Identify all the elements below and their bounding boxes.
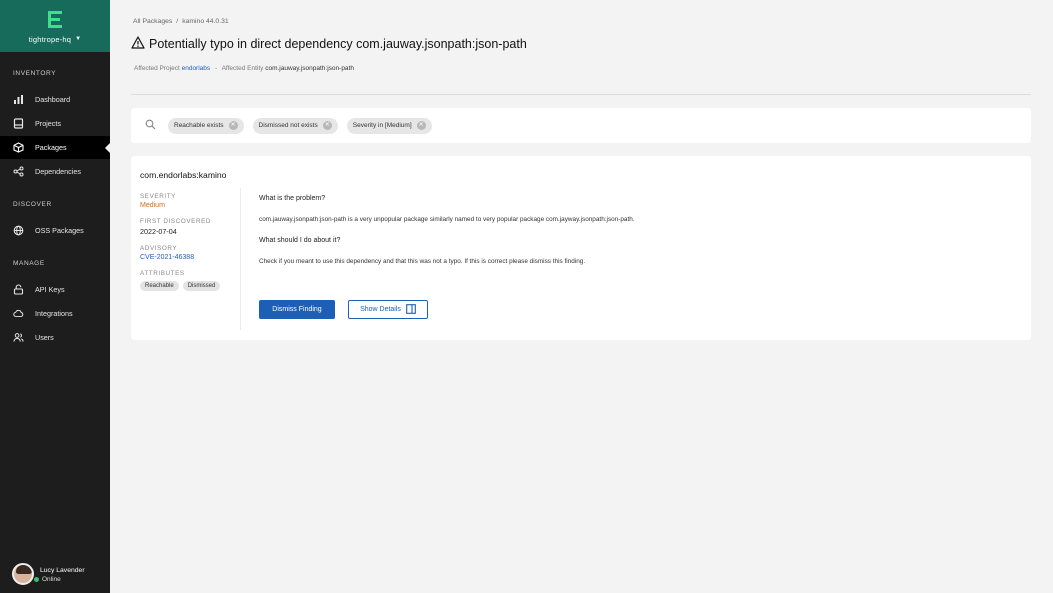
user-name: Lucy Lavender <box>40 566 85 574</box>
online-dot-icon <box>34 576 39 582</box>
first-discovered-label: FIRST DISCOVERED <box>140 218 212 225</box>
sidebar-item-label: API Keys <box>35 285 65 294</box>
affected-meta: Affected Project endorlabs - Affected En… <box>134 65 354 72</box>
sidebar-item-packages[interactable]: Packages <box>0 136 110 159</box>
brand-header: tightrope-hq ▼ <box>0 0 110 52</box>
severity-label: SEVERITY <box>140 193 176 200</box>
package-name[interactable]: com.endorlabs:kamino <box>140 170 226 180</box>
filter-chip-dismissed[interactable]: Dismissed not exists ✕ <box>252 117 338 134</box>
dismiss-finding-button[interactable]: Dismiss Finding <box>259 300 335 319</box>
show-details-button[interactable]: Show Details <box>348 300 428 319</box>
attributes-label: ATTRIBUTES <box>140 270 185 277</box>
action-question: What should I do about it? <box>259 237 341 244</box>
section-manage: MANAGE <box>13 260 45 267</box>
sidebar-item-label: OSS Packages <box>35 226 84 235</box>
bar-chart-icon <box>13 94 24 105</box>
user-status-text: Online <box>42 575 61 583</box>
users-icon <box>13 332 24 343</box>
show-details-label: Show Details <box>360 306 401 313</box>
breadcrumb-current[interactable]: kamino 44.0.31 <box>182 18 228 25</box>
org-switcher[interactable]: tightrope-hq ▼ <box>29 35 82 44</box>
sidebar-item-integrations[interactable]: Integrations <box>0 302 110 325</box>
sidebar: tightrope-hq ▼ INVENTORY Dashboard Proje… <box>0 0 110 593</box>
filter-chip-label: Dismissed not exists <box>258 122 318 129</box>
globe-icon <box>13 225 24 236</box>
sidebar-item-label: Integrations <box>35 309 73 318</box>
meta-separator: - <box>214 65 218 72</box>
problem-answer: com.jauway.jsonpath:json-path is a very … <box>259 216 635 223</box>
breadcrumb-separator: / <box>176 18 179 25</box>
section-discover: DISCOVER <box>13 201 52 208</box>
sidebar-item-label: Users <box>35 333 54 342</box>
org-name: tightrope-hq <box>28 34 72 44</box>
user-status: Online <box>34 576 85 583</box>
close-icon[interactable]: ✕ <box>416 121 426 130</box>
filter-chip-label: Reachable exists <box>174 122 224 129</box>
sidebar-item-projects[interactable]: Projects <box>0 112 110 135</box>
sidebar-item-dashboard[interactable]: Dashboard <box>0 88 110 111</box>
avatar <box>12 563 34 585</box>
caret-down-icon: ▼ <box>75 36 82 42</box>
filter-chip-label: Severity in [Medium] <box>352 122 412 129</box>
filter-chip-reachable[interactable]: Reachable exists ✕ <box>168 117 244 134</box>
page-title-text: Potentially typo in direct dependency co… <box>149 37 527 51</box>
search-icon <box>145 117 156 135</box>
affected-entity-value: com.jauway.jsonpath:json-path <box>265 65 354 72</box>
page-title: Potentially typo in direct dependency co… <box>131 36 527 52</box>
affected-entity-label: Affected Entity <box>221 65 264 72</box>
affected-project-link[interactable]: endorlabs <box>182 65 211 72</box>
sidebar-item-label: Dependencies <box>35 167 81 176</box>
sidebar-item-dependencies[interactable]: Dependencies <box>0 160 110 183</box>
dependencies-icon <box>13 166 24 177</box>
section-inventory: INVENTORY <box>13 70 57 77</box>
attribute-tag-dismissed: Dismissed <box>182 281 221 291</box>
sidebar-item-label: Packages <box>35 143 67 152</box>
advisory-label: ADVISORY <box>140 245 178 252</box>
first-discovered-value: 2022-07-04 <box>140 227 177 236</box>
action-answer: Check if you meant to use this dependenc… <box>259 258 586 265</box>
attribute-tag-reachable: Reachable <box>140 281 179 291</box>
column-divider <box>240 188 241 330</box>
breadcrumb-all-packages[interactable]: All Packages <box>133 18 172 25</box>
divider <box>131 94 1031 95</box>
close-icon[interactable]: ✕ <box>228 121 238 130</box>
problem-question: What is the problem? <box>259 195 326 202</box>
breadcrumb: All Packages / kamino 44.0.31 <box>133 18 229 25</box>
finding-explanation: What is the problem? com.jauway.jsonpath… <box>259 195 1019 265</box>
sidebar-item-label: Dashboard <box>35 95 71 104</box>
advisory-link[interactable]: CVE-2021-46388 <box>140 254 240 261</box>
close-icon[interactable]: ✕ <box>322 121 332 130</box>
package-icon <box>13 142 24 153</box>
action-buttons: Dismiss Finding Show Details <box>259 300 428 319</box>
project-icon <box>13 118 24 129</box>
attribute-tags: Reachable Dismissed <box>140 281 240 291</box>
cloud-icon <box>13 308 24 319</box>
filter-chip-severity[interactable]: Severity in [Medium] ✕ <box>346 117 432 134</box>
user-profile[interactable]: Lucy Lavender Online <box>12 563 85 585</box>
side-panel-icon <box>406 303 416 316</box>
warning-icon <box>131 36 145 52</box>
sidebar-item-oss-packages[interactable]: OSS Packages <box>0 219 110 242</box>
sidebar-item-api-keys[interactable]: API Keys <box>0 278 110 301</box>
endor-logo-icon[interactable] <box>48 10 62 28</box>
finding-attributes: SEVERITY Medium FIRST DISCOVERED 2022-07… <box>140 193 240 291</box>
filter-bar[interactable]: Reachable exists ✕ Dismissed not exists … <box>131 108 1031 143</box>
dismiss-finding-label: Dismiss Finding <box>272 306 322 313</box>
affected-project-label: Affected Project <box>134 65 180 72</box>
sidebar-item-users[interactable]: Users <box>0 326 110 349</box>
finding-card: com.endorlabs:kamino SEVERITY Medium FIR… <box>131 156 1031 340</box>
sidebar-item-label: Projects <box>35 119 61 128</box>
lock-icon <box>13 284 24 295</box>
severity-value: Medium <box>140 202 165 209</box>
